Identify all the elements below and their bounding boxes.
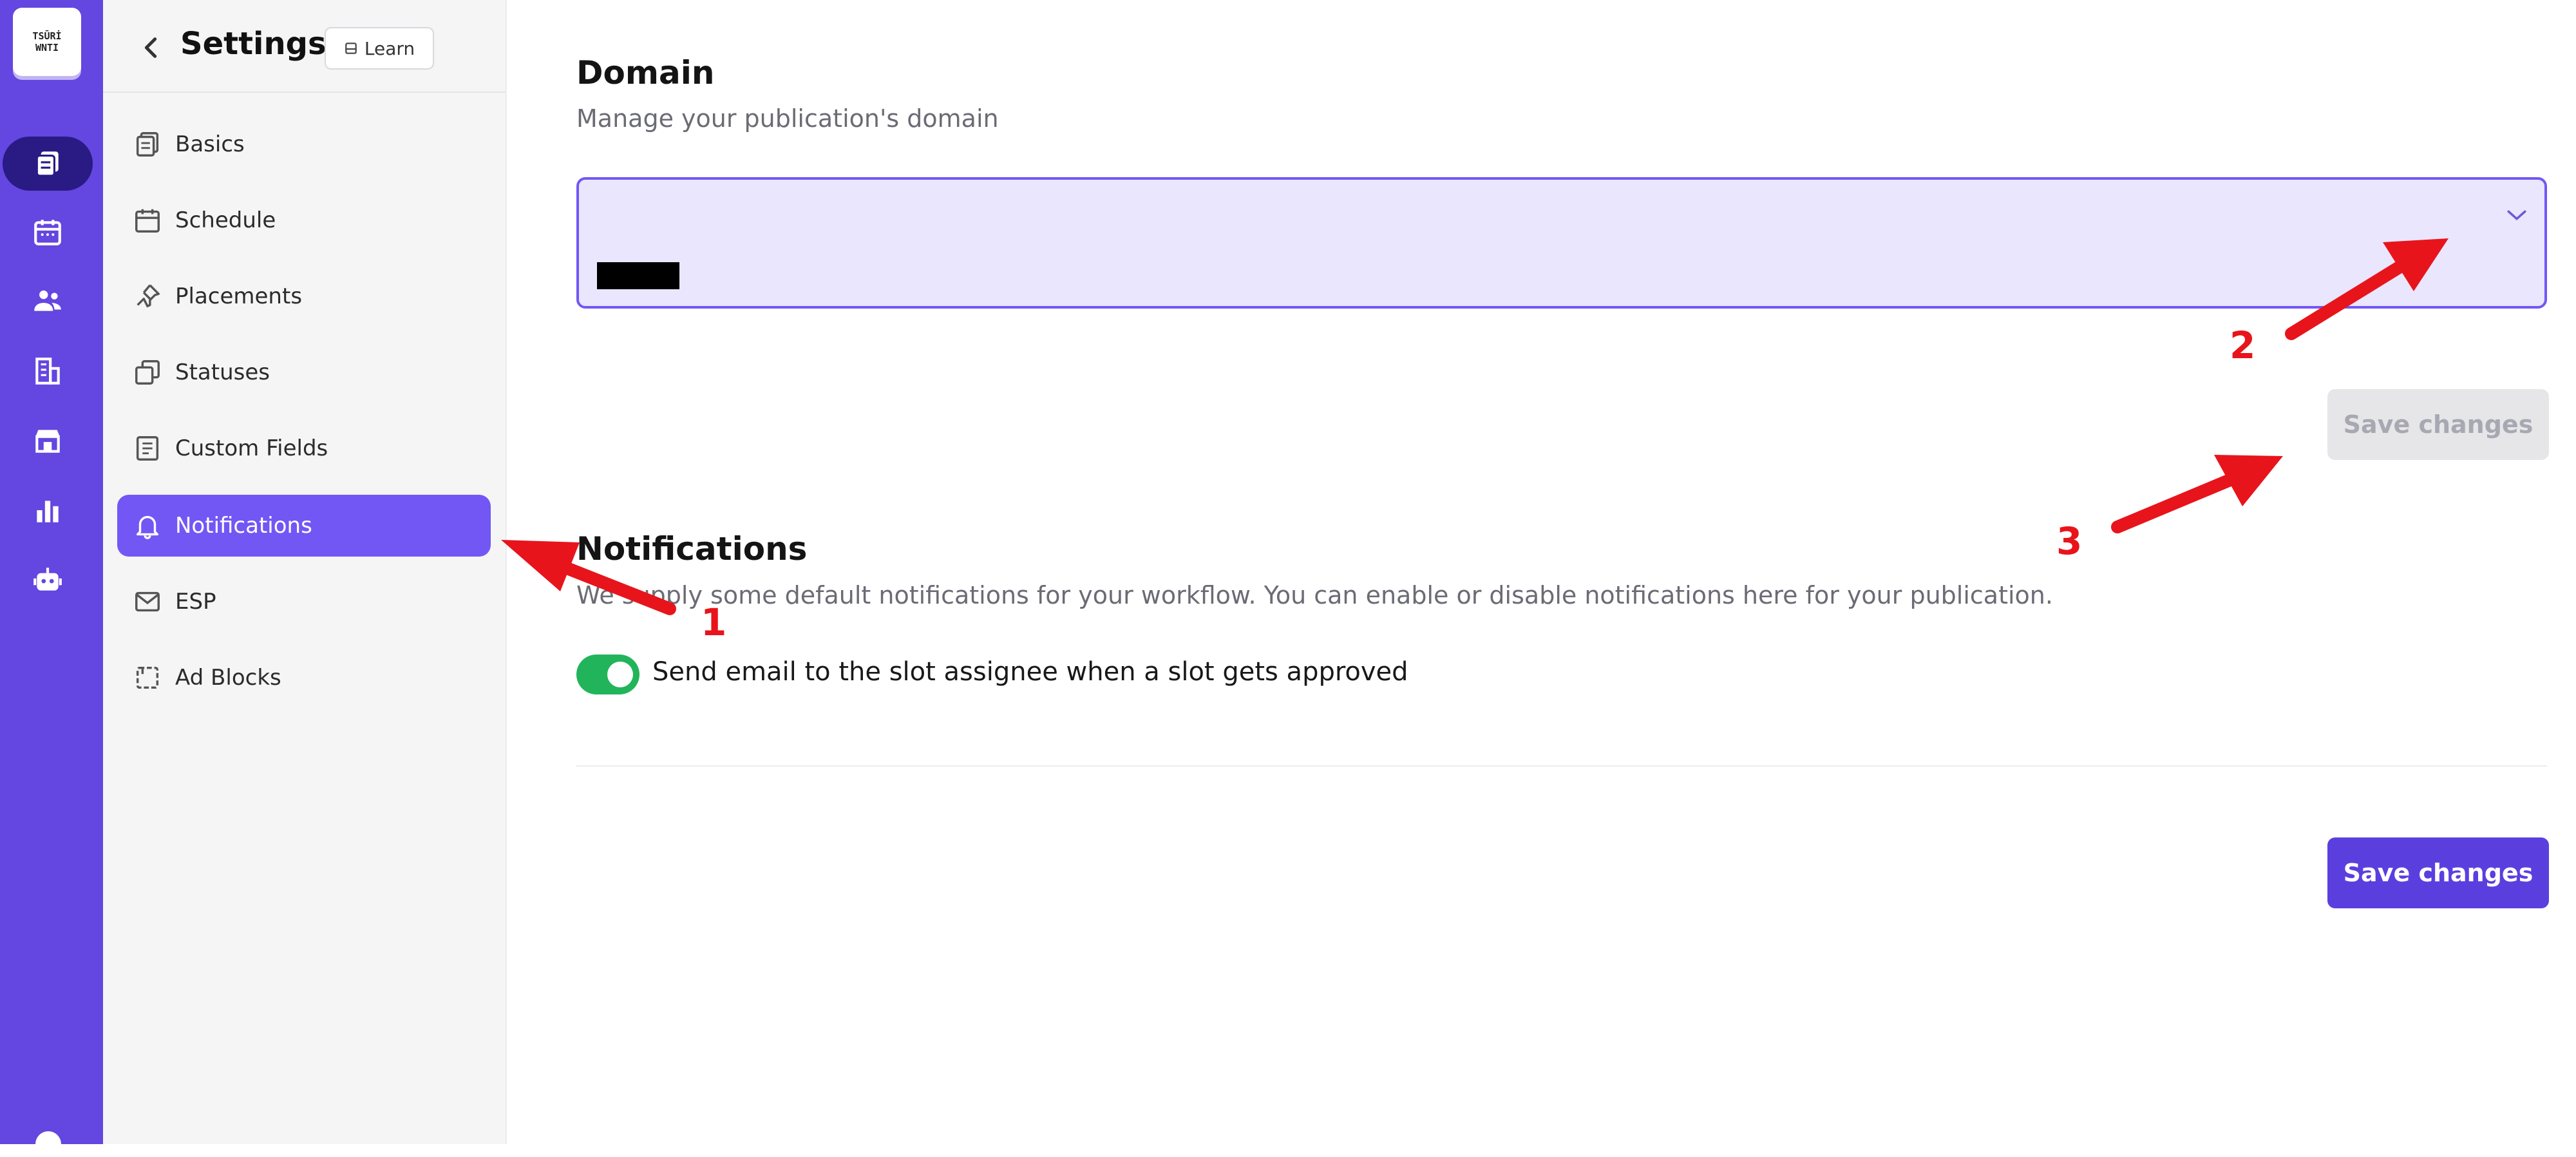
sidebar-item-notifications[interactable]: Notifications (117, 495, 491, 557)
logo-line-2: WNTI (35, 42, 59, 53)
save-changes-button[interactable]: Save changes (2327, 837, 2549, 908)
domain-title: Domain (576, 54, 715, 91)
rail-analytics-button[interactable] (3, 483, 93, 537)
sidebar-item-esp[interactable]: ESP (117, 571, 491, 633)
page-title: Settings (180, 26, 327, 62)
sidebar-item-label: Basics (175, 131, 245, 157)
documents-icon (35, 151, 59, 177)
sidebar-item-label: Custom Fields (175, 435, 328, 461)
book-icon (345, 43, 357, 54)
sidebar-item-ad-blocks[interactable]: Ad Blocks (117, 647, 491, 709)
people-icon (34, 290, 61, 311)
sidebar-item-placements[interactable]: Placements (117, 265, 491, 327)
annotation-number-2: 2 (2230, 323, 2256, 367)
chevron-down-icon (2507, 210, 2526, 221)
sidebar-item-label: Statuses (175, 359, 270, 385)
storefront-icon (35, 430, 60, 453)
calendar-icon (135, 209, 160, 233)
sidebar-item-basics[interactable]: Basics (117, 113, 491, 175)
sidebar-item-label: ESP (175, 589, 216, 615)
sidebar-item-label: Schedule (175, 207, 276, 233)
notifications-title: Notifications (576, 530, 808, 568)
toggle-label: Send email to the slot assignee when a s… (652, 657, 1408, 687)
bar-chart-icon (37, 501, 59, 522)
back-arrow-icon[interactable] (139, 35, 162, 61)
main-content: Domain Manage your publication's domain … (506, 0, 2576, 1144)
sidebar-item-label: Notifications (175, 513, 312, 539)
learn-button[interactable]: Learn (325, 27, 434, 70)
domain-select[interactable] (576, 177, 2547, 309)
bell-icon (136, 515, 159, 539)
rail-people-button[interactable] (3, 274, 93, 329)
rail-store-button[interactable] (3, 414, 93, 468)
rail-calendar-button[interactable] (3, 205, 93, 259)
app-rail: TSŪRİ WNTI (0, 0, 103, 1157)
building-icon (35, 358, 60, 385)
settings-header: Settings Learn (103, 0, 506, 93)
robot-icon (33, 568, 62, 591)
slot-approved-email-toggle[interactable] (576, 655, 639, 694)
rail-documents-button[interactable] (3, 137, 93, 191)
learn-label: Learn (364, 37, 415, 59)
form-icon (136, 436, 159, 461)
annotation-number-3: 3 (2056, 519, 2083, 563)
squares-icon (135, 360, 160, 385)
sidebar-item-label: Placements (175, 283, 303, 309)
envelope-icon (135, 591, 160, 612)
sidebar-item-schedule[interactable]: Schedule (117, 189, 491, 251)
user-avatar[interactable] (35, 1131, 61, 1157)
section-divider (576, 765, 2547, 767)
sidebar-item-statuses[interactable]: Statuses (117, 341, 491, 403)
domain-subtitle: Manage your publication's domain (576, 104, 999, 133)
sidebar-item-label: Ad Blocks (175, 665, 281, 691)
rail-building-button[interactable] (3, 344, 93, 398)
workspace-logo[interactable]: TSŪRİ WNTI (13, 8, 81, 76)
notifications-subtitle: We supply some default notifications for… (576, 581, 2053, 609)
sidebar-item-custom-fields[interactable]: Custom Fields (117, 417, 491, 479)
settings-sidebar: Settings Learn Basics Schedule Placement… (103, 0, 507, 1144)
calendar-icon (34, 220, 61, 245)
logo-line-1: TSŪRİ (32, 30, 62, 42)
redacted-domain-value (597, 262, 679, 289)
toggle-knob (607, 662, 633, 687)
domain-save-button[interactable]: Save changes (2327, 389, 2549, 460)
rail-bot-button[interactable] (3, 553, 93, 607)
pin-icon (137, 284, 160, 308)
annotation-number-1: 1 (701, 600, 727, 644)
document-stack-icon (136, 132, 159, 157)
block-icon (136, 666, 159, 689)
